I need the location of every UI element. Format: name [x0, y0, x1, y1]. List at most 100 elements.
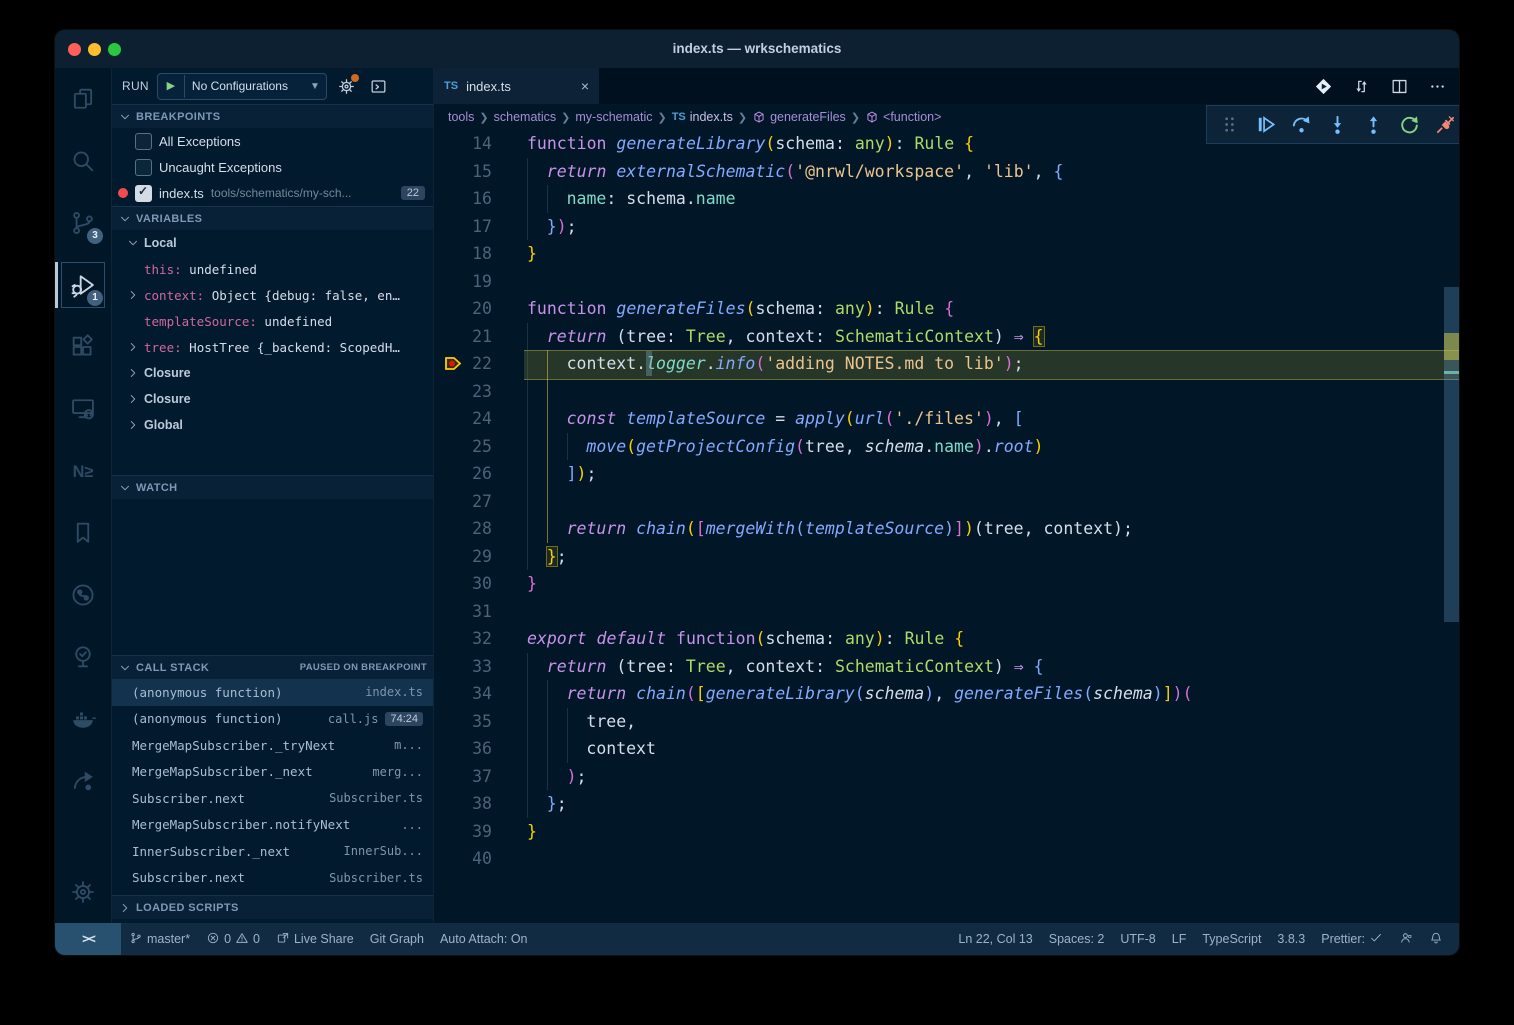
status-cursor-position[interactable]: Ln 22, Col 13	[950, 932, 1040, 946]
call-stack-section-header[interactable]: CALL STACKPAUSED ON BREAKPOINT	[112, 655, 433, 679]
step-into-button[interactable]	[1322, 110, 1352, 140]
line-number[interactable]: 19	[434, 268, 492, 296]
sidebar-item-remote-explorer[interactable]	[55, 378, 111, 440]
code-line[interactable]: 21return (tree: Tree, context: Schematic…	[434, 323, 1444, 351]
code-line[interactable]: 25move(getProjectConfig(tree, schema.nam…	[434, 433, 1444, 461]
breakpoint-checkbox[interactable]	[135, 185, 152, 202]
code-line[interactable]: 26]);	[434, 460, 1444, 488]
stack-frame-row[interactable]: (anonymous function)call.js74:24	[112, 706, 433, 733]
status-language-mode[interactable]: TypeScript	[1194, 932, 1269, 946]
code-line[interactable]: 17});	[434, 213, 1444, 241]
line-number[interactable]: 27	[434, 488, 492, 516]
line-number[interactable]: 26	[434, 460, 492, 488]
sidebar-item-source-control[interactable]: 3	[55, 192, 111, 254]
close-tab-icon[interactable]: ×	[581, 78, 589, 94]
sidebar-item-test-explorer[interactable]	[55, 626, 111, 688]
remote-indicator[interactable]: ><	[55, 923, 121, 955]
code-line[interactable]: 24const templateSource = apply(url('./fi…	[434, 405, 1444, 433]
loaded-scripts-section-header[interactable]: LOADED SCRIPTS	[112, 895, 433, 919]
code-line[interactable]: 29};	[434, 543, 1444, 571]
code-line[interactable]: 37);	[434, 763, 1444, 791]
line-number[interactable]: 23	[434, 378, 492, 406]
status-auto-attach[interactable]: Auto Attach: On	[432, 932, 536, 946]
sidebar-item-explorer[interactable]	[55, 68, 111, 130]
line-number[interactable]: 28	[434, 515, 492, 543]
line-number[interactable]: 35	[434, 708, 492, 736]
split-editor-button[interactable]	[1390, 77, 1409, 96]
run-file-button[interactable]	[1314, 77, 1333, 96]
code-line[interactable]: 40	[434, 845, 1444, 873]
status-problems[interactable]: 00	[198, 931, 268, 948]
stack-frame-row[interactable]: MergeMapSubscriber._tryNextm...	[112, 732, 433, 759]
variable-row[interactable]: this: undefined	[112, 256, 433, 282]
line-number[interactable]: 16	[434, 185, 492, 213]
breadcrumb-item[interactable]: schematics	[494, 110, 557, 124]
line-number[interactable]: 17	[434, 213, 492, 241]
line-number[interactable]: 14	[434, 130, 492, 158]
line-number[interactable]: 21	[434, 323, 492, 351]
code-line[interactable]: 18}	[434, 240, 1444, 268]
tab-index-ts[interactable]: TS index.ts ×	[434, 68, 600, 104]
code-line[interactable]: 35tree,	[434, 708, 1444, 736]
line-number[interactable]: 24	[434, 405, 492, 433]
status-git-branch[interactable]: master*	[121, 931, 198, 948]
line-number[interactable]: 38	[434, 790, 492, 818]
line-number[interactable]: 29	[434, 543, 492, 571]
line-number[interactable]: 20	[434, 295, 492, 323]
open-debug-console-button[interactable]	[367, 74, 391, 98]
sidebar-item-gitlens[interactable]	[55, 564, 111, 626]
sidebar-item-run-debug[interactable]: 1	[55, 254, 111, 316]
line-number[interactable]: 15	[434, 158, 492, 186]
breadcrumb-item[interactable]: generateFiles	[752, 110, 846, 124]
open-changes-button[interactable]	[1352, 77, 1371, 96]
code-line[interactable]: 28return chain([mergeWith(templateSource…	[434, 515, 1444, 543]
start-debug-icon[interactable]: ▶	[158, 75, 185, 98]
sidebar-item-project-share[interactable]	[55, 750, 111, 812]
sidebar-item-search[interactable]	[55, 130, 111, 192]
status-encoding[interactable]: UTF-8	[1112, 932, 1163, 946]
scope-closure[interactable]: Closure	[112, 386, 433, 412]
sidebar-item-bookmarks[interactable]	[55, 502, 111, 564]
status-eol[interactable]: LF	[1164, 932, 1195, 946]
breakpoint-checkbox[interactable]	[135, 159, 152, 176]
breakpoint-row[interactable]: index.tstools/schematics/my-sch...22	[112, 180, 433, 206]
status-notifications[interactable]	[1421, 931, 1451, 948]
breakpoints-section-header[interactable]: BREAKPOINTS	[112, 104, 433, 128]
status-ts-version[interactable]: 3.8.3	[1269, 932, 1313, 946]
restart-button[interactable]	[1395, 110, 1425, 140]
code-line[interactable]: 36context	[434, 735, 1444, 763]
code-line[interactable]: 15return externalSchematic('@nrwl/worksp…	[434, 158, 1444, 186]
code-line[interactable]: 20function generateFiles(schema: any): R…	[434, 295, 1444, 323]
line-number[interactable]: 34	[434, 680, 492, 708]
code-line[interactable]: 27	[434, 488, 1444, 516]
breakpoint-row[interactable]: Uncaught Exceptions	[112, 154, 433, 180]
launch-configuration-dropdown[interactable]: ▶ No Configurations ▼	[157, 73, 327, 100]
code-editor[interactable]: 14function generateLibrary(schema: any):…	[434, 130, 1459, 923]
status-git-graph[interactable]: Git Graph	[362, 932, 432, 946]
scope-global[interactable]: Global	[112, 412, 433, 438]
stack-frame-row[interactable]: MergeMapSubscriber._nextmerg...	[112, 759, 433, 786]
line-number[interactable]: 36	[434, 735, 492, 763]
status-feedback[interactable]	[1391, 931, 1421, 948]
variables-section-header[interactable]: VARIABLES	[112, 206, 433, 230]
stack-frame-row[interactable]: (anonymous function)index.ts	[112, 679, 433, 706]
breakpoint-checkbox[interactable]	[135, 133, 152, 150]
stack-frame-row[interactable]: Subscriber.nextSubscriber.ts	[112, 865, 433, 892]
stack-frame-row[interactable]: InnerSubscriber._nextInnerSub...	[112, 838, 433, 865]
status-live-share[interactable]: Live Share	[268, 931, 362, 948]
code-line[interactable]: 16name: schema.name	[434, 185, 1444, 213]
stack-frame-row[interactable]: MergeMapSubscriber.notifyNext...	[112, 812, 433, 839]
breadcrumb-item[interactable]: TSindex.ts	[672, 110, 733, 124]
scope-closure[interactable]: Closure	[112, 360, 433, 386]
sidebar-item-extensions[interactable]	[55, 316, 111, 378]
configure-gear-button[interactable]	[335, 74, 359, 98]
status-prettier[interactable]: Prettier:	[1313, 931, 1391, 948]
line-number[interactable]: 30	[434, 570, 492, 598]
continue-button[interactable]	[1250, 110, 1280, 140]
code-line[interactable]: 30}	[434, 570, 1444, 598]
line-number[interactable]: 31	[434, 598, 492, 626]
line-number[interactable]: 32	[434, 625, 492, 653]
status-indentation[interactable]: Spaces: 2	[1041, 932, 1113, 946]
code-line[interactable]: 19	[434, 268, 1444, 296]
sidebar-item-docker[interactable]	[55, 688, 111, 750]
